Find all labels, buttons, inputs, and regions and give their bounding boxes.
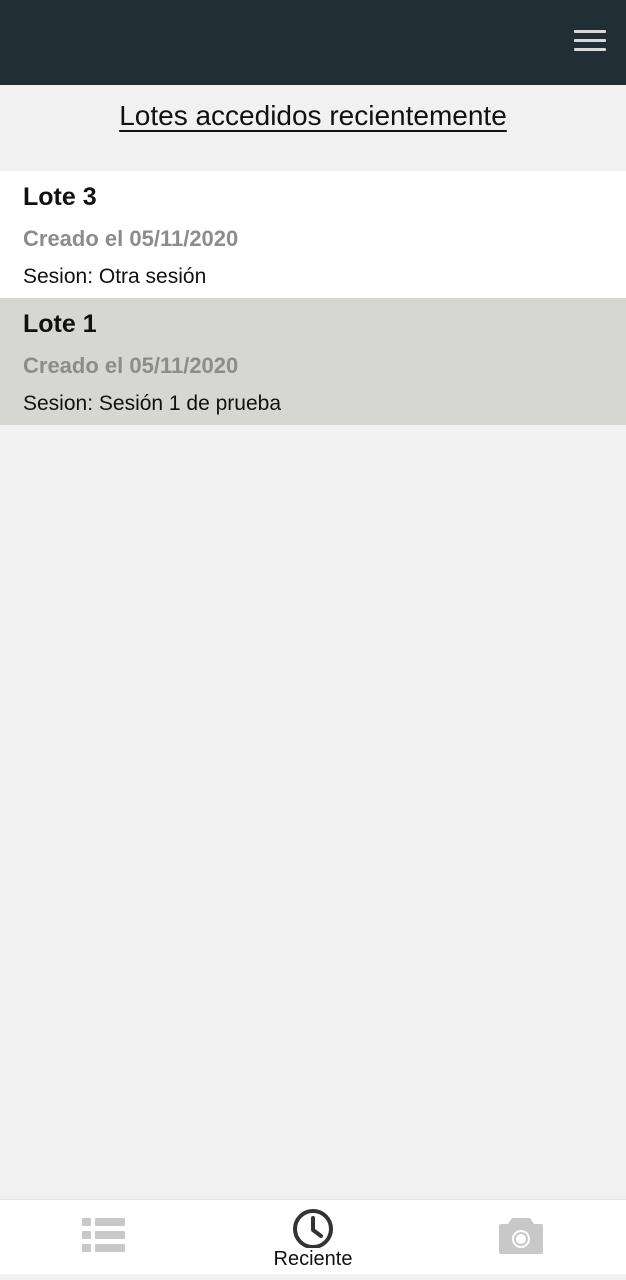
lot-session: Sesion: Sesión 1 de prueba: [23, 392, 282, 415]
app-screen: Lotes accedidos recientemente Lote 3 Cre…: [0, 0, 626, 1280]
top-app-bar: [0, 0, 626, 85]
lot-created-date: Creado el 05/11/2020: [23, 226, 239, 251]
bottom-strip: [0, 1274, 626, 1280]
lot-name: Lote 1: [23, 310, 97, 338]
recent-lots-list: Lote 3 Creado el 05/11/2020 Sesion: Otra…: [0, 171, 626, 425]
lot-created-date: Creado el 05/11/2020: [23, 353, 239, 378]
list-item[interactable]: Lote 1 Creado el 05/11/2020 Sesion: Sesi…: [0, 298, 626, 425]
nav-camera-button[interactable]: [478, 1200, 564, 1275]
bottom-navigation: Reciente: [0, 1199, 626, 1275]
list-item[interactable]: Lote 3 Creado el 05/11/2020 Sesion: Otra…: [0, 171, 626, 298]
nav-lots-button[interactable]: [62, 1200, 146, 1275]
list-icon: [82, 1218, 125, 1252]
nav-recent-label: Reciente: [273, 1248, 353, 1270]
camera-icon: [499, 1218, 543, 1254]
page-title: Lotes accedidos recientemente: [119, 100, 507, 131]
lot-session: Sesion: Otra sesión: [23, 265, 207, 288]
lot-name: Lote 3: [23, 183, 97, 211]
nav-recent-button[interactable]: Reciente: [250, 1200, 376, 1275]
hamburger-menu-icon[interactable]: [574, 30, 606, 54]
clock-icon: [293, 1209, 333, 1248]
